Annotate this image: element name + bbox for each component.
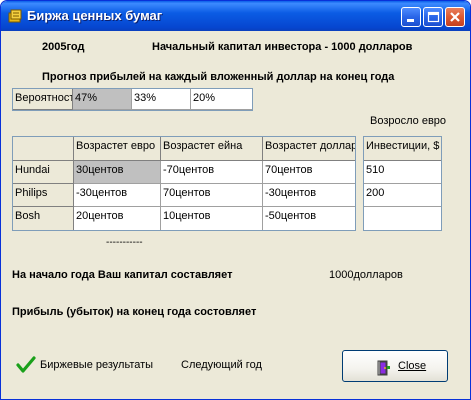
forecast-label: Прогноз прибылей на каждый вложенный дол… bbox=[42, 71, 395, 83]
grid-cell[interactable]: 30центов bbox=[74, 161, 161, 184]
probability-cell[interactable]: 20% bbox=[191, 89, 252, 110]
profit-label: Прибыль (убыток) на конец года состовляе… bbox=[12, 306, 257, 318]
app-icon bbox=[7, 8, 23, 24]
minimize-button[interactable] bbox=[401, 7, 421, 27]
door-exit-icon bbox=[377, 360, 390, 376]
column-header: Возрастет доллар bbox=[263, 137, 355, 161]
probability-grid[interactable]: Вероятность 47% 33% 20% bbox=[12, 88, 253, 111]
row-header: Bosh bbox=[13, 207, 74, 230]
grid-cell[interactable]: 70центов bbox=[161, 184, 263, 207]
investment-cell[interactable]: 200 bbox=[364, 184, 441, 207]
initial-capital-label: Начальный капитал инвестора - 1000 долла… bbox=[152, 41, 413, 53]
invest-caption: Возросло евро bbox=[370, 115, 447, 127]
title-bar[interactable]: Биржа ценных бумаг bbox=[1, 1, 470, 31]
column-header: Возрастет ейна bbox=[161, 137, 263, 161]
corner-cell bbox=[13, 137, 74, 161]
forecast-grid[interactable]: Возрастет евро Возрастет ейна Возрастет … bbox=[12, 136, 356, 231]
start-capital-value: 1000долларов bbox=[329, 269, 403, 281]
investment-header: Инвестиции, $ bbox=[364, 137, 441, 161]
separator-dashes: ----------- bbox=[106, 237, 143, 248]
close-window-button[interactable] bbox=[445, 7, 465, 27]
row-header: Philips bbox=[13, 184, 74, 207]
maximize-button[interactable] bbox=[423, 7, 443, 27]
close-button-label: Close bbox=[398, 360, 427, 372]
grid-cell[interactable]: -70центов bbox=[161, 161, 263, 184]
probability-cell[interactable]: 33% bbox=[132, 89, 191, 110]
year-label: 2005год bbox=[42, 41, 85, 53]
results-button-label: Биржевые результаты bbox=[40, 359, 154, 371]
window-title: Биржа ценных бумаг bbox=[27, 8, 163, 23]
grid-cell[interactable]: -30центов bbox=[74, 184, 161, 207]
probability-row-label: Вероятность bbox=[13, 89, 73, 110]
investment-cell[interactable] bbox=[364, 207, 441, 230]
checkmark-icon bbox=[16, 356, 36, 373]
start-capital-label: На начало года Ваш капитал составляет bbox=[12, 269, 233, 281]
row-header: Hundai bbox=[13, 161, 74, 184]
grid-cell[interactable]: 10центов bbox=[161, 207, 263, 230]
client-area: 2005год Начальный капитал инвестора - 10… bbox=[4, 31, 467, 398]
column-header: Возрастет евро bbox=[74, 137, 161, 161]
next-year-button[interactable]: Следующий год bbox=[181, 359, 262, 371]
investment-grid[interactable]: Инвестиции, $ 510 200 bbox=[363, 136, 442, 231]
grid-cell[interactable]: -50центов bbox=[263, 207, 355, 230]
grid-cell[interactable]: 70центов bbox=[263, 161, 355, 184]
grid-cell[interactable]: 20центов bbox=[74, 207, 161, 230]
probability-cell[interactable]: 47% bbox=[73, 89, 132, 110]
close-button[interactable]: Close bbox=[342, 350, 448, 382]
app-window: Биржа ценных бумаг 2005год Начальный кап… bbox=[0, 0, 471, 400]
grid-cell[interactable]: -30центов bbox=[263, 184, 355, 207]
investment-cell[interactable]: 510 bbox=[364, 161, 441, 184]
